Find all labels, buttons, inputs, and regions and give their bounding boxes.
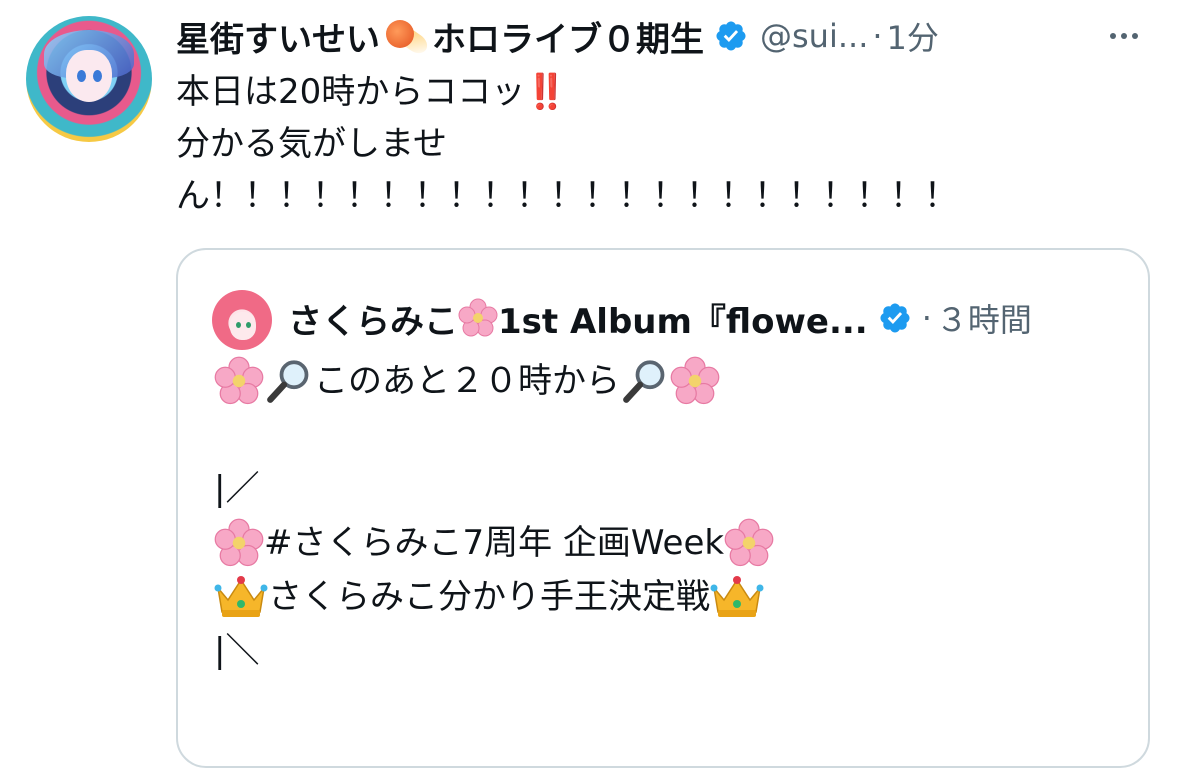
tweet-text: 本日は20時からココッ‼️ 分かる気がしませ ん！！！！！！！！！！！！！！！！… — [176, 66, 1136, 222]
author-display-name-suffix[interactable]: ホロライブ０期生 — [432, 12, 704, 61]
magnifier-icon — [267, 360, 309, 403]
tweet[interactable]: 星街すいせい ホロライブ０期生 @sui... · 1分 本日は20時からココッ… — [0, 0, 1179, 768]
crown-icon — [214, 576, 268, 617]
avatar-eye — [77, 70, 86, 82]
tweet-text-line1: 本日は20時からココッ — [176, 72, 526, 112]
quoted-author-display-name[interactable]: さくらみこ — [288, 294, 458, 343]
crown-icon — [710, 576, 764, 617]
quoted-text-line1: このあと２０時から — [314, 361, 620, 401]
verified-badge-icon — [880, 303, 910, 333]
cherry-blossom-icon — [724, 518, 774, 567]
quoted-text-line: #さくらみこ7周年 企画Week — [214, 516, 1114, 570]
quoted-text-line5: さくらみこ分かり手王決定戦 — [268, 577, 710, 617]
quoted-text-hashtag-line[interactable]: #さくらみこ7周年 企画Week — [264, 516, 724, 570]
quoted-tweet-card[interactable]: さくらみこ 1st Album『flowe... · ３時間 このあと２０時から… — [176, 248, 1150, 768]
avatar-face — [66, 50, 112, 102]
comet-emoji-icon — [382, 16, 431, 58]
avatar-eye — [93, 70, 102, 82]
quoted-text-line6: |＼ — [214, 631, 260, 671]
author-avatar[interactable] — [26, 16, 152, 142]
author-handle[interactable]: @sui... — [760, 17, 868, 55]
tweet-text-line2: 分かる気がしませ — [176, 124, 447, 164]
quoted-text-line: このあと２０時から — [214, 354, 1114, 408]
quoted-text-line: |＼ — [214, 624, 1114, 678]
cherry-blossom-icon — [670, 356, 720, 405]
magnifier-icon — [623, 360, 665, 403]
quoted-author-display-name-suffix[interactable]: 1st Album『flowe... — [498, 294, 868, 343]
tweet-header: 星街すいせい ホロライブ０期生 @sui... · 1分 — [176, 12, 939, 60]
separator-dot: · — [872, 17, 883, 55]
quoted-tweet-text: このあと２０時から |／ #さくらみこ7周年 企画Week さくらみこ分かり手王… — [214, 354, 1114, 678]
separator-dot: · — [921, 299, 932, 337]
more-options-icon[interactable] — [1098, 18, 1150, 54]
quoted-text-line: さくらみこ分かり手王決定戦 — [214, 570, 1114, 624]
quoted-text-line3: |／ — [214, 469, 260, 509]
double-exclamation-emoji: ‼️ — [525, 72, 567, 112]
tweet-text-line: 本日は20時からココッ‼️ — [176, 66, 1136, 118]
quoted-text-blank-line — [214, 408, 1114, 462]
quoted-tweet-header: さくらみこ 1st Album『flowe... · ３時間 — [288, 292, 1032, 344]
tweet-text-line3: ん！！！！！！！！！！！！！！！！！！！！！！ — [176, 176, 958, 216]
author-display-name[interactable]: 星街すいせい — [176, 12, 380, 61]
tweet-timestamp[interactable]: 1分 — [887, 13, 939, 59]
quoted-tweet-timestamp[interactable]: ３時間 — [936, 295, 1032, 341]
quoted-text-line: |／ — [214, 462, 1114, 516]
cherry-blossom-icon — [214, 518, 264, 567]
verified-badge-icon — [716, 21, 746, 51]
quoted-author-avatar[interactable] — [212, 290, 272, 350]
cherry-blossom-icon — [458, 298, 498, 337]
cherry-blossom-icon — [214, 356, 264, 405]
